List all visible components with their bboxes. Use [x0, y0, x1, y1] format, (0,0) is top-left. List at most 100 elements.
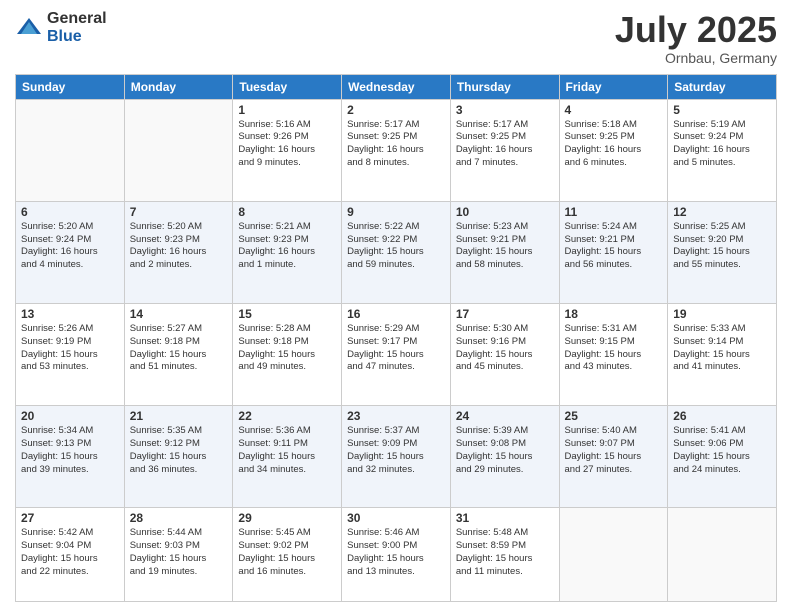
- col-wednesday: Wednesday: [342, 74, 451, 99]
- day-number: 9: [347, 205, 445, 219]
- day-number: 14: [130, 307, 228, 321]
- title-section: July 2025 Ornbau, Germany: [615, 10, 777, 66]
- day-info: Sunrise: 5:34 AMSunset: 9:13 PMDaylight:…: [21, 425, 119, 476]
- day-number: 26: [673, 409, 771, 423]
- day-info: Sunrise: 5:17 AMSunset: 9:25 PMDaylight:…: [456, 119, 554, 170]
- table-row: 24 Sunrise: 5:39 AMSunset: 9:08 PMDayligh…: [450, 406, 559, 508]
- day-info: Sunrise: 5:35 AMSunset: 9:12 PMDaylight:…: [130, 425, 228, 476]
- table-row: 14Sunrise: 5:27 AMSunset: 9:18 PMDayligh…: [124, 303, 233, 405]
- day-number: 20: [21, 409, 119, 423]
- table-row: 18 Sunrise: 5:31 AMSunset: 9:15 PMDayligh…: [559, 303, 668, 405]
- table-row: 6 Sunrise: 5:20 AMSunset: 9:24 PMDaylight…: [16, 201, 125, 303]
- day-info: Sunrise: 5:44 AMSunset: 9:03 PMDaylight:…: [130, 527, 228, 578]
- day-info: Sunrise: 5:20 AMSunset: 9:24 PMDaylight:…: [21, 221, 119, 272]
- logo-text: General Blue: [47, 10, 107, 45]
- day-number: 1: [238, 103, 336, 117]
- day-info: Sunrise: 5:30 AMSunset: 9:16 PMDaylight:…: [456, 323, 554, 374]
- day-number: 15: [238, 307, 336, 321]
- day-number: 24: [456, 409, 554, 423]
- day-number: 27: [21, 511, 119, 525]
- day-info: Sunrise: 5:48 AMSunset: 8:59 PMDaylight:…: [456, 527, 554, 578]
- day-info: Sunrise: 5:37 AMSunset: 9:09 PMDaylight:…: [347, 425, 445, 476]
- table-row: 29Sunrise: 5:45 AMSunset: 9:02 PMDayligh…: [233, 508, 342, 602]
- day-number: 13: [21, 307, 119, 321]
- day-number: 19: [673, 307, 771, 321]
- day-number: 17: [456, 307, 554, 321]
- logo-general-text: General: [47, 10, 107, 28]
- day-number: 10: [456, 205, 554, 219]
- col-friday: Friday: [559, 74, 668, 99]
- day-info: Sunrise: 5:23 AMSunset: 9:21 PMDaylight:…: [456, 221, 554, 272]
- table-row: [16, 99, 125, 201]
- calendar-week-3: 13 Sunrise: 5:26 AMSunset: 9:19 PMDayligh…: [16, 303, 777, 405]
- day-number: 31: [456, 511, 554, 525]
- day-info: Sunrise: 5:17 AMSunset: 9:25 PMDaylight:…: [347, 119, 445, 170]
- day-info: Sunrise: 5:36 AMSunset: 9:11 PMDaylight:…: [238, 425, 336, 476]
- header: General Blue July 2025 Ornbau, Germany: [15, 10, 777, 66]
- table-row: 11Sunrise: 5:24 AMSunset: 9:21 PMDayligh…: [559, 201, 668, 303]
- day-number: 8: [238, 205, 336, 219]
- col-saturday: Saturday: [668, 74, 777, 99]
- day-number: 5: [673, 103, 771, 117]
- table-row: 16Sunrise: 5:29 AMSunset: 9:17 PMDayligh…: [342, 303, 451, 405]
- table-row: 3 Sunrise: 5:17 AMSunset: 9:25 PMDaylight…: [450, 99, 559, 201]
- day-info: Sunrise: 5:40 AMSunset: 9:07 PMDaylight:…: [565, 425, 663, 476]
- day-info: Sunrise: 5:16 AMSunset: 9:26 PMDaylight:…: [238, 119, 336, 170]
- day-number: 22: [238, 409, 336, 423]
- calendar-week-4: 20 Sunrise: 5:34 AMSunset: 9:13 PMDayligh…: [16, 406, 777, 508]
- day-info: Sunrise: 5:28 AMSunset: 9:18 PMDaylight:…: [238, 323, 336, 374]
- table-row: 17 Sunrise: 5:30 AMSunset: 9:16 PMDayligh…: [450, 303, 559, 405]
- day-number: 25: [565, 409, 663, 423]
- page: General Blue July 2025 Ornbau, Germany S…: [0, 0, 792, 612]
- calendar-week-2: 6 Sunrise: 5:20 AMSunset: 9:24 PMDaylight…: [16, 201, 777, 303]
- day-number: 6: [21, 205, 119, 219]
- table-row: 26Sunrise: 5:41 AMSunset: 9:06 PMDayligh…: [668, 406, 777, 508]
- day-info: Sunrise: 5:45 AMSunset: 9:02 PMDaylight:…: [238, 527, 336, 578]
- calendar-week-1: 1 Sunrise: 5:16 AMSunset: 9:26 PMDaylight…: [16, 99, 777, 201]
- table-row: 4Sunrise: 5:18 AMSunset: 9:25 PMDaylight…: [559, 99, 668, 201]
- table-row: 2 Sunrise: 5:17 AMSunset: 9:25 PMDaylight…: [342, 99, 451, 201]
- day-number: 2: [347, 103, 445, 117]
- table-row: 5 Sunrise: 5:19 AMSunset: 9:24 PMDaylight…: [668, 99, 777, 201]
- month-year-title: July 2025: [615, 10, 777, 50]
- day-number: 30: [347, 511, 445, 525]
- logo: General Blue: [15, 10, 107, 45]
- table-row: 20 Sunrise: 5:34 AMSunset: 9:13 PMDayligh…: [16, 406, 125, 508]
- day-number: 23: [347, 409, 445, 423]
- day-info: Sunrise: 5:22 AMSunset: 9:22 PMDaylight:…: [347, 221, 445, 272]
- logo-blue-text: Blue: [47, 28, 107, 46]
- day-info: Sunrise: 5:19 AMSunset: 9:24 PMDaylight:…: [673, 119, 771, 170]
- day-info: Sunrise: 5:33 AMSunset: 9:14 PMDaylight:…: [673, 323, 771, 374]
- calendar-week-5: 27Sunrise: 5:42 AMSunset: 9:04 PMDayligh…: [16, 508, 777, 602]
- day-info: Sunrise: 5:20 AMSunset: 9:23 PMDaylight:…: [130, 221, 228, 272]
- table-row: [124, 99, 233, 201]
- table-row: 28Sunrise: 5:44 AMSunset: 9:03 PMDayligh…: [124, 508, 233, 602]
- table-row: 13 Sunrise: 5:26 AMSunset: 9:19 PMDayligh…: [16, 303, 125, 405]
- col-tuesday: Tuesday: [233, 74, 342, 99]
- table-row: 27Sunrise: 5:42 AMSunset: 9:04 PMDayligh…: [16, 508, 125, 602]
- day-info: Sunrise: 5:26 AMSunset: 9:19 PMDaylight:…: [21, 323, 119, 374]
- day-info: Sunrise: 5:39 AMSunset: 9:08 PMDaylight:…: [456, 425, 554, 476]
- day-info: Sunrise: 5:31 AMSunset: 9:15 PMDaylight:…: [565, 323, 663, 374]
- table-row: 9 Sunrise: 5:22 AMSunset: 9:22 PMDaylight…: [342, 201, 451, 303]
- table-row: 1 Sunrise: 5:16 AMSunset: 9:26 PMDaylight…: [233, 99, 342, 201]
- table-row: 8Sunrise: 5:21 AMSunset: 9:23 PMDaylight…: [233, 201, 342, 303]
- col-thursday: Thursday: [450, 74, 559, 99]
- table-row: 31 Sunrise: 5:48 AMSunset: 8:59 PMDayligh…: [450, 508, 559, 602]
- calendar-table: Sunday Monday Tuesday Wednesday Thursday…: [15, 74, 777, 602]
- day-number: 4: [565, 103, 663, 117]
- table-row: 23 Sunrise: 5:37 AMSunset: 9:09 PMDayligh…: [342, 406, 451, 508]
- day-number: 3: [456, 103, 554, 117]
- day-info: Sunrise: 5:25 AMSunset: 9:20 PMDaylight:…: [673, 221, 771, 272]
- table-row: 30 Sunrise: 5:46 AMSunset: 9:00 PMDayligh…: [342, 508, 451, 602]
- location-subtitle: Ornbau, Germany: [615, 50, 777, 66]
- day-info: Sunrise: 5:46 AMSunset: 9:00 PMDaylight:…: [347, 527, 445, 578]
- day-number: 16: [347, 307, 445, 321]
- day-number: 7: [130, 205, 228, 219]
- day-number: 18: [565, 307, 663, 321]
- table-row: 19 Sunrise: 5:33 AMSunset: 9:14 PMDayligh…: [668, 303, 777, 405]
- day-number: 12: [673, 205, 771, 219]
- table-row: 21Sunrise: 5:35 AMSunset: 9:12 PMDayligh…: [124, 406, 233, 508]
- logo-icon: [15, 14, 43, 42]
- day-info: Sunrise: 5:24 AMSunset: 9:21 PMDaylight:…: [565, 221, 663, 272]
